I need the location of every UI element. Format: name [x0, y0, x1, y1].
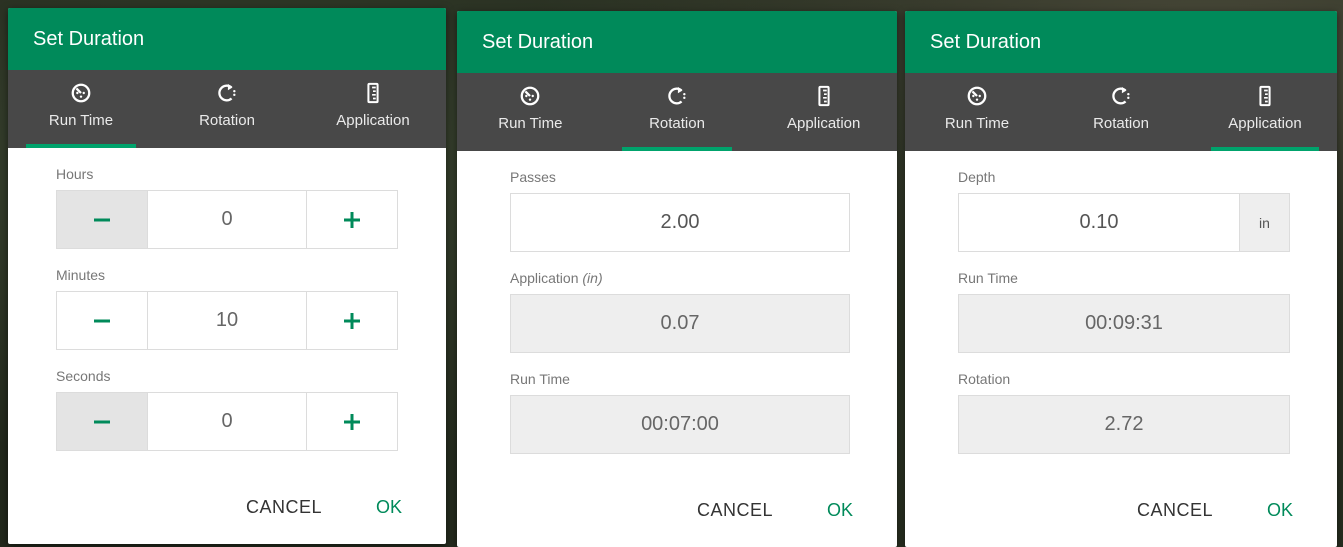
tab-bar: Run Time Rotation Application	[457, 73, 897, 151]
tab-bar: Run Time Rotation Application	[8, 70, 446, 148]
ok-button[interactable]: OK	[1267, 500, 1293, 521]
hours-decrement-button[interactable]	[57, 191, 147, 248]
hours-value[interactable]: 0	[147, 191, 307, 248]
minutes-stepper: 10	[56, 291, 398, 350]
minus-icon	[94, 218, 110, 221]
set-duration-dialog-runtime: Set Duration Run Time Rotation Applicati…	[8, 8, 446, 544]
tab-rotation[interactable]: Rotation	[154, 70, 300, 148]
plus-icon	[344, 312, 360, 329]
tab-label: Rotation	[199, 112, 255, 129]
passes-label: Passes	[510, 169, 556, 185]
tab-rotation[interactable]: Rotation	[1049, 73, 1193, 151]
tab-label: Run Time	[944, 115, 1010, 132]
run-time-label: Run Time	[510, 371, 570, 387]
depth-label: Depth	[958, 169, 996, 185]
tab-application[interactable]: Application	[300, 70, 446, 148]
minutes-increment-button[interactable]	[307, 292, 397, 349]
ok-button[interactable]: OK	[827, 500, 853, 521]
plus-icon	[344, 211, 360, 228]
tab-run-time[interactable]: Run Time	[8, 70, 154, 148]
dialog-body: Depth 0.10 in Run Time 00:09:31 Rotation…	[905, 151, 1337, 547]
dialog-footer: CANCEL OK	[905, 500, 1337, 521]
hours-increment-button[interactable]	[307, 191, 397, 248]
minutes-label: Minutes	[56, 267, 106, 283]
timer-icon	[520, 86, 540, 106]
rotation-value: 2.72	[958, 395, 1290, 454]
hours-stepper: 0	[56, 190, 398, 249]
dialog-title: Set Duration	[8, 8, 446, 70]
dialog-footer: CANCEL OK	[457, 500, 897, 521]
plus-icon	[344, 413, 360, 430]
ruler-icon	[1259, 85, 1271, 107]
tab-label: Application	[786, 115, 861, 132]
minus-icon	[94, 319, 110, 322]
run-time-value: 00:07:00	[510, 395, 850, 454]
depth-field: 0.10 in	[958, 193, 1290, 252]
application-label-text: Application	[510, 270, 579, 286]
hours-label: Hours	[56, 166, 94, 182]
tab-application[interactable]: Application	[750, 73, 897, 151]
tab-label: Application	[1228, 115, 1302, 132]
tab-run-time[interactable]: Run Time	[457, 73, 604, 151]
set-duration-dialog-rotation: Set Duration Run Time Rotation Applicati…	[457, 11, 897, 547]
ok-button[interactable]: OK	[376, 497, 402, 518]
dialog-title: Set Duration	[905, 11, 1337, 73]
application-value: 0.07	[510, 294, 850, 353]
rotation-icon	[1112, 86, 1130, 105]
depth-input[interactable]: 0.10	[958, 193, 1240, 252]
tab-bar: Run Time Rotation Application	[905, 73, 1337, 151]
run-time-label: Run Time	[958, 270, 1018, 286]
rotation-label: Rotation	[958, 371, 1011, 387]
run-time-value: 00:09:31	[958, 294, 1290, 353]
depth-unit: in	[1240, 193, 1290, 252]
tab-label: Run Time	[498, 115, 563, 132]
dialog-body: Hours 0 Minutes 10 Seconds 0 CANCEL OK	[8, 148, 446, 544]
timer-icon	[71, 83, 91, 103]
cancel-button[interactable]: CANCEL	[246, 497, 322, 518]
minus-icon	[94, 420, 110, 423]
application-label: Application (in)	[510, 268, 850, 288]
tab-run-time[interactable]: Run Time	[905, 73, 1049, 151]
minutes-decrement-button[interactable]	[57, 292, 147, 349]
dialog-title: Set Duration	[457, 11, 897, 73]
tab-rotation[interactable]: Rotation	[604, 73, 751, 151]
tab-application[interactable]: Application	[1193, 73, 1337, 151]
set-duration-dialog-application: Set Duration Run Time Rotation Applicati…	[905, 11, 1337, 547]
seconds-increment-button[interactable]	[307, 393, 397, 450]
rotation-icon	[668, 86, 686, 105]
cancel-button[interactable]: CANCEL	[1137, 500, 1213, 521]
seconds-decrement-button[interactable]	[57, 393, 147, 450]
minutes-value[interactable]: 10	[147, 292, 307, 349]
dialog-body: Passes 2.00 Application (in) 0.07 Run Ti…	[457, 151, 897, 547]
seconds-value[interactable]: 0	[147, 393, 307, 450]
rotation-icon	[218, 83, 236, 102]
tab-label: Application	[336, 112, 410, 129]
seconds-label: Seconds	[56, 368, 111, 384]
timer-icon	[967, 86, 987, 106]
tab-label: Rotation	[649, 115, 705, 132]
ruler-icon	[818, 85, 830, 107]
application-unit-hint: (in)	[582, 270, 603, 286]
seconds-stepper: 0	[56, 392, 398, 451]
tab-label: Rotation	[1093, 115, 1149, 132]
ruler-icon	[367, 82, 379, 104]
dialog-footer: CANCEL OK	[8, 497, 446, 518]
tab-label: Run Time	[48, 112, 114, 129]
cancel-button[interactable]: CANCEL	[697, 500, 773, 521]
passes-input[interactable]: 2.00	[510, 193, 850, 252]
